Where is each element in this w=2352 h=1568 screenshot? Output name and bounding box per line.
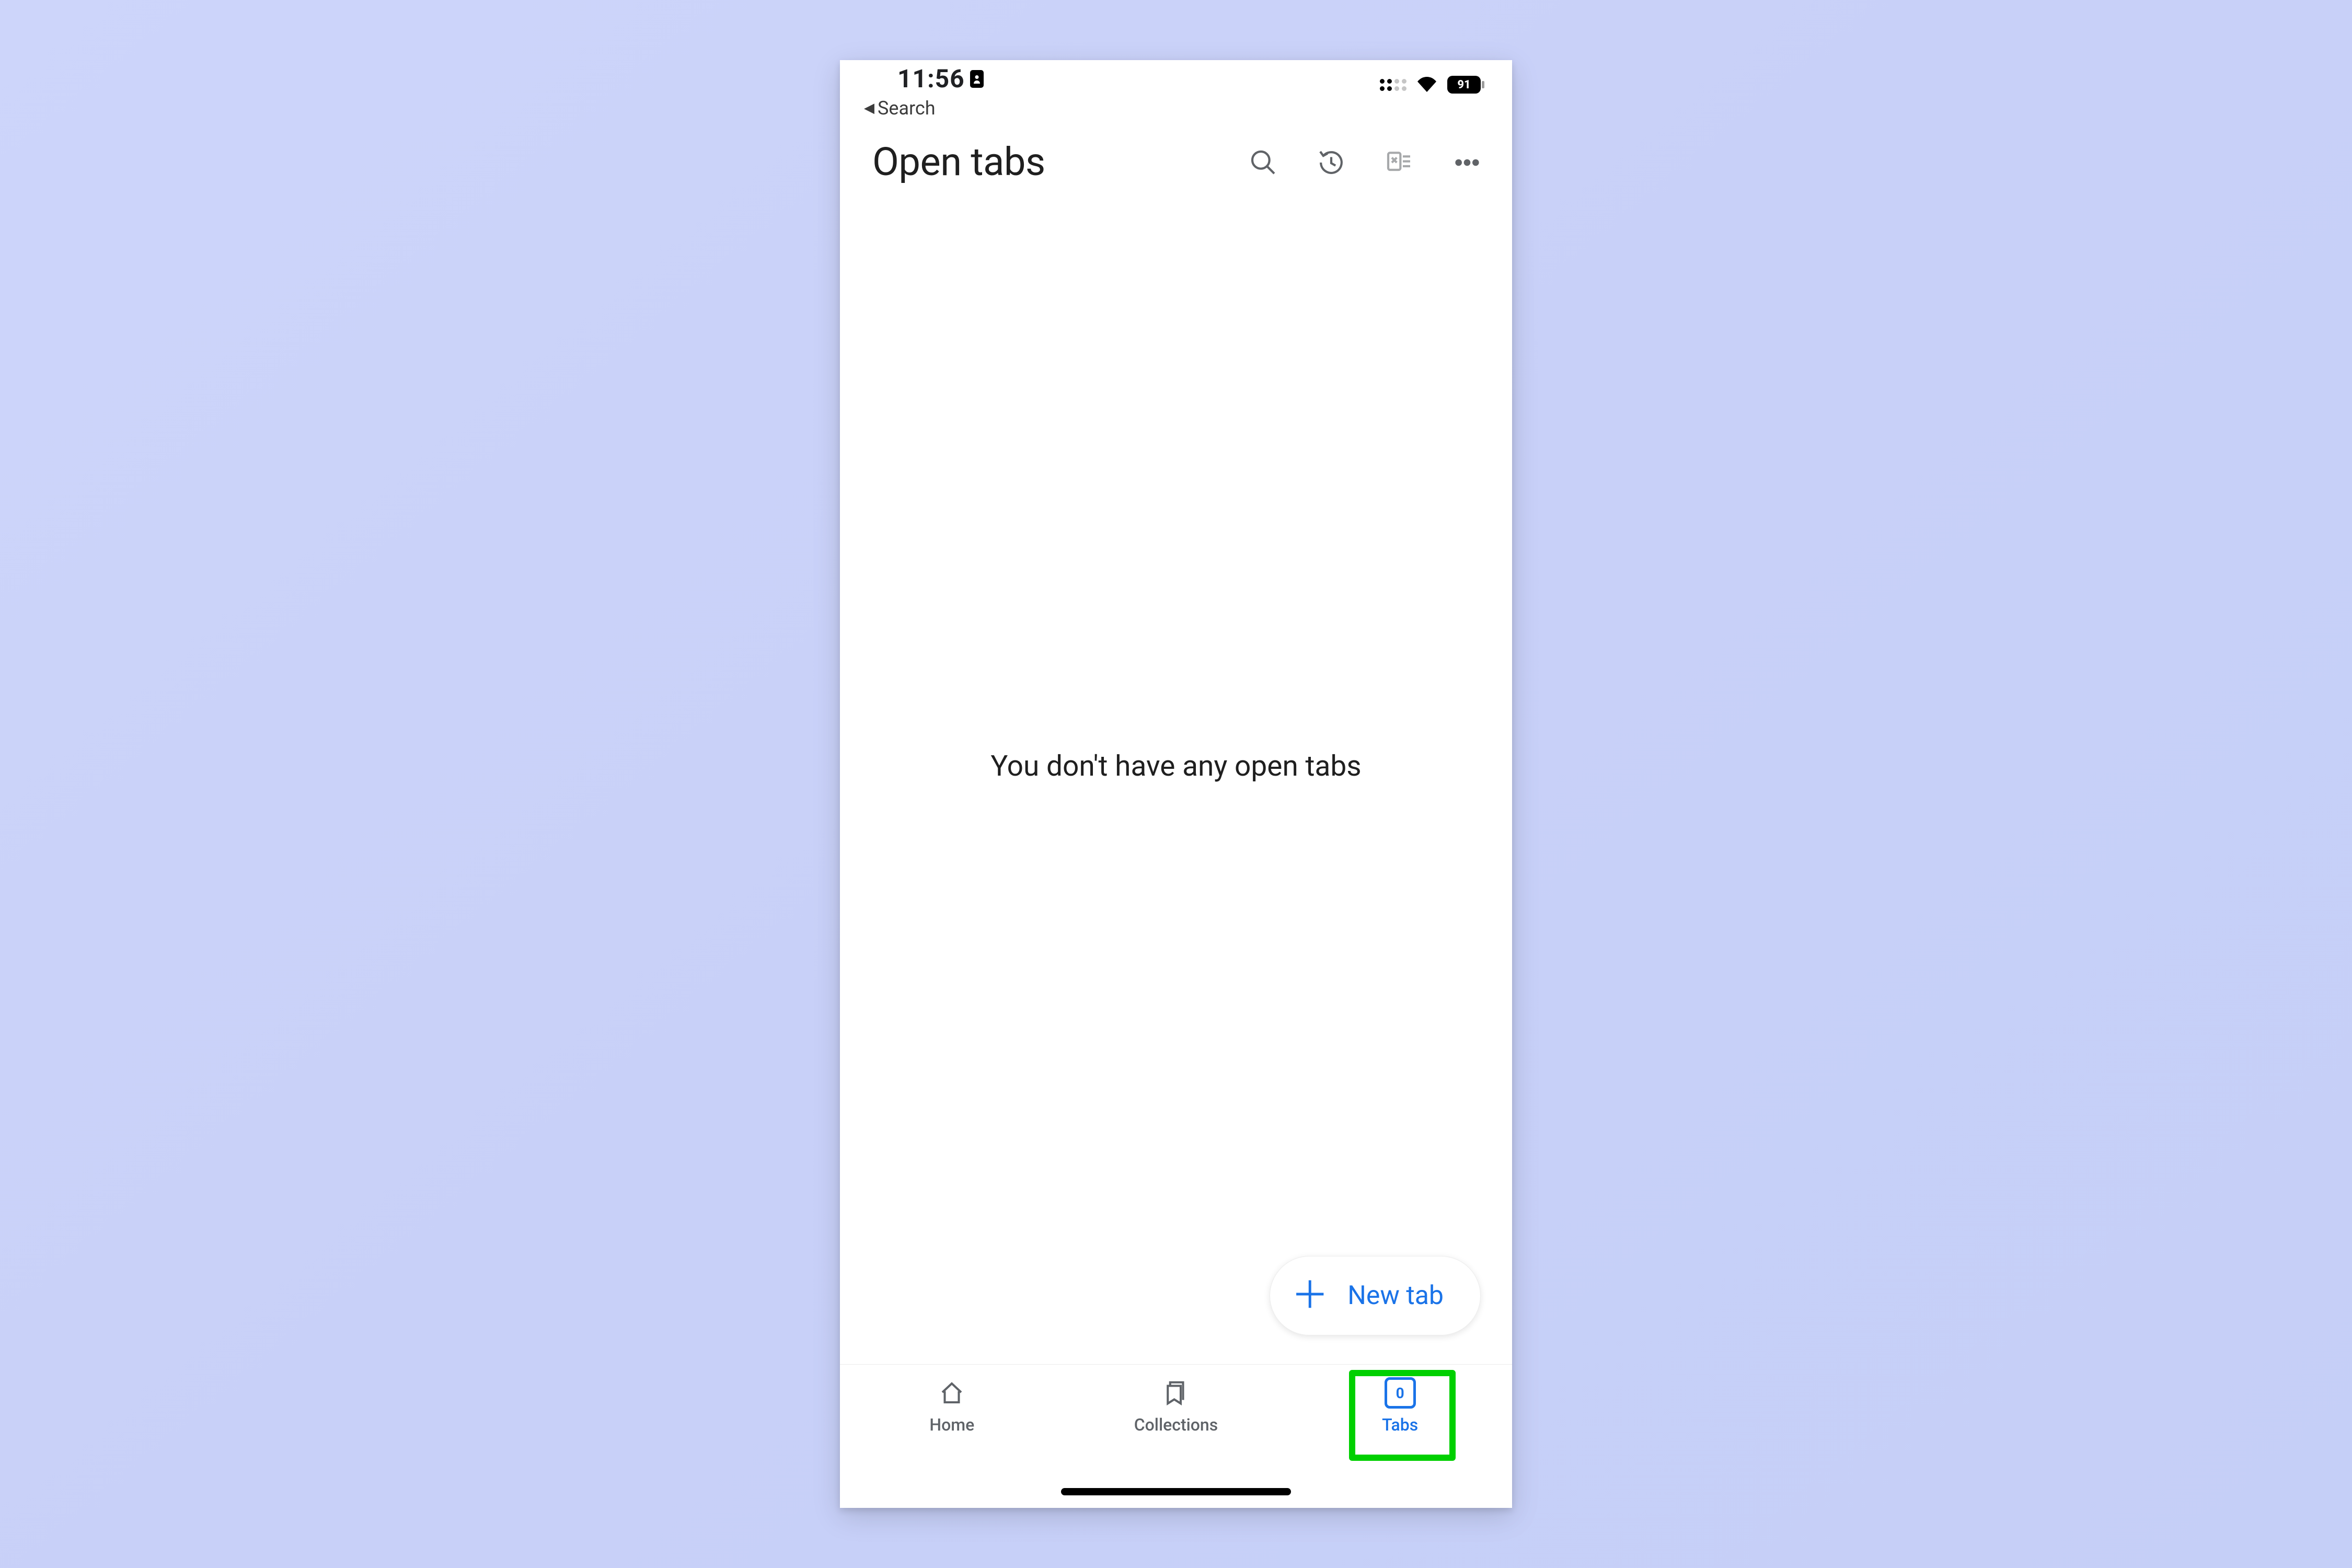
tabs-icon: 0 [1385, 1377, 1416, 1409]
more-menu-button[interactable] [1452, 148, 1482, 177]
history-button[interactable] [1317, 148, 1346, 177]
cellular-signal-icon [1380, 79, 1406, 91]
nav-collections-label: Collections [1134, 1415, 1218, 1435]
nav-tabs[interactable]: 0 Tabs [1332, 1377, 1468, 1435]
close-tabs-icon [1385, 148, 1414, 177]
search-button[interactable] [1249, 148, 1278, 177]
page-title: Open tabs [872, 140, 1045, 185]
collections-icon [1162, 1377, 1190, 1409]
nav-home[interactable]: Home [884, 1377, 1020, 1435]
status-right: 91 [1380, 76, 1481, 94]
home-indicator[interactable] [1061, 1488, 1291, 1495]
page-header: Open tabs [840, 121, 1512, 189]
new-tab-label: New tab [1347, 1281, 1444, 1311]
nav-home-label: Home [929, 1415, 974, 1435]
search-icon [1249, 148, 1278, 177]
more-horizontal-icon [1452, 148, 1482, 177]
status-bar: 11:56 91 [840, 60, 1512, 95]
new-tab-fab[interactable]: ＋ New tab [1270, 1256, 1481, 1335]
status-time: 11:56 [897, 64, 965, 94]
back-arrow-icon: ◀ [864, 100, 874, 116]
nav-tabs-label: Tabs [1382, 1415, 1418, 1435]
contact-card-icon [970, 70, 984, 88]
empty-state-message: You don't have any open tabs [990, 750, 1361, 783]
header-actions [1249, 148, 1482, 177]
content-area: You don't have any open tabs [840, 189, 1512, 1364]
status-time-group: 11:56 [897, 64, 984, 94]
plus-icon: ＋ [1291, 1277, 1329, 1315]
nav-collections[interactable]: Collections [1108, 1377, 1244, 1435]
back-label: Search [878, 97, 936, 119]
home-icon [938, 1377, 966, 1409]
back-to-app[interactable]: ◀ Search [840, 95, 1512, 121]
bottom-nav: Home Collections 0 Tabs [840, 1364, 1512, 1508]
close-all-tabs-button[interactable] [1385, 148, 1414, 177]
battery-indicator: 91 [1447, 76, 1481, 94]
tab-count: 0 [1385, 1377, 1416, 1409]
wifi-icon [1416, 76, 1438, 93]
history-icon [1317, 148, 1346, 177]
phone-frame: 11:56 91 ◀ Search Open tabs [840, 60, 1512, 1508]
